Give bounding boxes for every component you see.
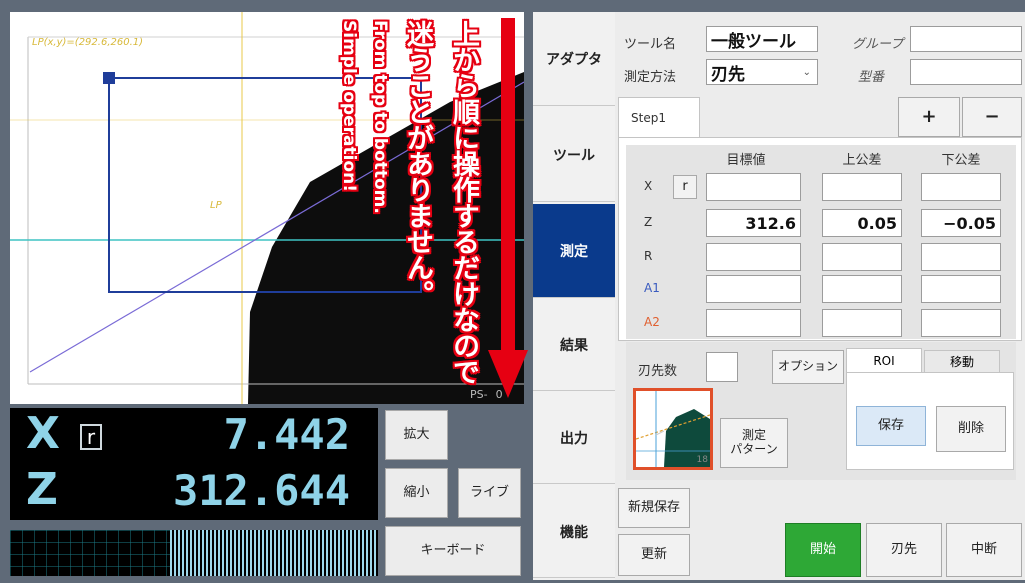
x-value: 7.442 [223, 410, 350, 459]
r-mode-button[interactable]: r [80, 424, 102, 450]
nav-item-4[interactable]: 出力 [533, 393, 615, 484]
zoom-in-button[interactable]: 拡大 [385, 410, 448, 460]
nav-item-0[interactable]: アダプタ [533, 12, 615, 106]
edge-button[interactable]: 刃先 [866, 523, 942, 577]
chevron-down-icon: ⌄ [802, 66, 811, 78]
group-label: グループ [852, 37, 904, 52]
tool-name-label: ツール名 [624, 37, 677, 52]
live-button[interactable]: ライブ [458, 468, 521, 518]
tab-roi[interactable]: ROI [846, 348, 922, 372]
row-0-lower-field[interactable] [921, 173, 1001, 201]
row-2-target-field[interactable] [706, 243, 801, 271]
method-value: 刃先 [711, 64, 745, 85]
tab-move[interactable]: 移動 [924, 350, 1000, 372]
remove-step-button[interactable]: − [962, 97, 1022, 137]
start-button[interactable]: 開始 [785, 523, 861, 577]
table-header-2: 下公差 [941, 153, 981, 168]
tab-move-label: 移動 [949, 355, 974, 369]
table-header-1: 上公差 [842, 153, 882, 168]
roi-save-button[interactable]: 保存 [856, 406, 926, 446]
lp-coordinate-label: LP(x,y)=(292.6,260.1) [32, 37, 144, 48]
row-4-target-field[interactable] [706, 309, 801, 337]
row-0-upper-field[interactable] [822, 173, 902, 201]
group-field[interactable] [910, 26, 1022, 52]
update-button[interactable]: 更新 [618, 534, 690, 576]
nav-item-2[interactable]: 測定 [533, 204, 615, 298]
row-4-upper-field[interactable] [822, 309, 902, 337]
nav-item-3[interactable]: 結果 [533, 300, 615, 391]
row-1-target-field[interactable]: 312.6 [706, 209, 801, 237]
annotation-arrow [488, 18, 528, 410]
nav-item-5[interactable]: 機能 [533, 486, 615, 578]
pattern-number: 18 [696, 455, 708, 465]
z-value: 312.644 [172, 466, 350, 515]
abort-button[interactable]: 中断 [946, 523, 1022, 577]
add-step-button[interactable]: + [898, 97, 960, 137]
row-label-1: Z [644, 215, 653, 229]
annotation-line-4: Simple operation! [339, 20, 359, 192]
tab-roi-label: ROI [873, 353, 895, 368]
roi-delete-button[interactable]: 削除 [936, 406, 1006, 452]
row-3-target-field[interactable] [706, 275, 801, 303]
r-toggle-button[interactable]: r [673, 175, 697, 199]
row-3-upper-field[interactable] [822, 275, 902, 303]
edge-count-field[interactable] [706, 352, 738, 382]
row-2-lower-field[interactable] [921, 243, 1001, 271]
method-select[interactable]: 刃先 ⌄ [706, 59, 818, 85]
model-number-label: 型番 [858, 70, 885, 85]
annotation-line-3: From top to bottom. [370, 20, 390, 214]
annotation-line-1: 上から順に操作するだけなので [448, 20, 479, 384]
row-1-lower-field[interactable]: −0.05 [921, 209, 1001, 237]
row-label-3: A1 [644, 281, 660, 295]
x-axis-label: X [26, 408, 60, 459]
keyboard-button[interactable]: キーボード [385, 526, 521, 576]
nav-item-1[interactable]: ツール [533, 108, 615, 202]
row-3-lower-field[interactable] [921, 275, 1001, 303]
new-save-button[interactable]: 新規保存 [618, 488, 690, 528]
z-axis-label: Z [26, 464, 58, 515]
annotation-line-2: 迷うことがありません。 [402, 20, 433, 306]
tab-step1[interactable]: Step1 [618, 97, 700, 137]
model-number-field[interactable] [910, 59, 1022, 85]
measure-pattern-label: 測定 パターン [730, 428, 778, 456]
tool-name-field[interactable]: 一般ツール [706, 26, 818, 52]
row-0-target-field[interactable] [706, 173, 801, 201]
lp-marker-label: LP [210, 200, 222, 211]
app-window: LP(x,y)=(292.6,260.1) LP PS- 0 上から順に操作するだ… [0, 0, 1025, 583]
row-2-upper-field[interactable] [822, 243, 902, 271]
signal-strip [10, 530, 378, 576]
method-label: 測定方法 [624, 70, 677, 85]
row-1-upper-field[interactable]: 0.05 [822, 209, 902, 237]
pattern-thumbnail[interactable]: 18 [633, 388, 713, 470]
row-4-lower-field[interactable] [921, 309, 1001, 337]
row-label-2: R [644, 249, 653, 263]
row-label-0: X [644, 179, 653, 193]
option-button[interactable]: オプション [772, 350, 844, 384]
zoom-out-button[interactable]: 縮小 [385, 468, 448, 518]
table-header-0: 目標値 [726, 153, 766, 168]
tab-step1-label: Step1 [631, 110, 666, 125]
edge-count-label: 刃先数 [638, 364, 678, 379]
measure-pattern-button[interactable]: 測定 パターン [720, 418, 788, 468]
row-label-4: A2 [644, 315, 660, 329]
